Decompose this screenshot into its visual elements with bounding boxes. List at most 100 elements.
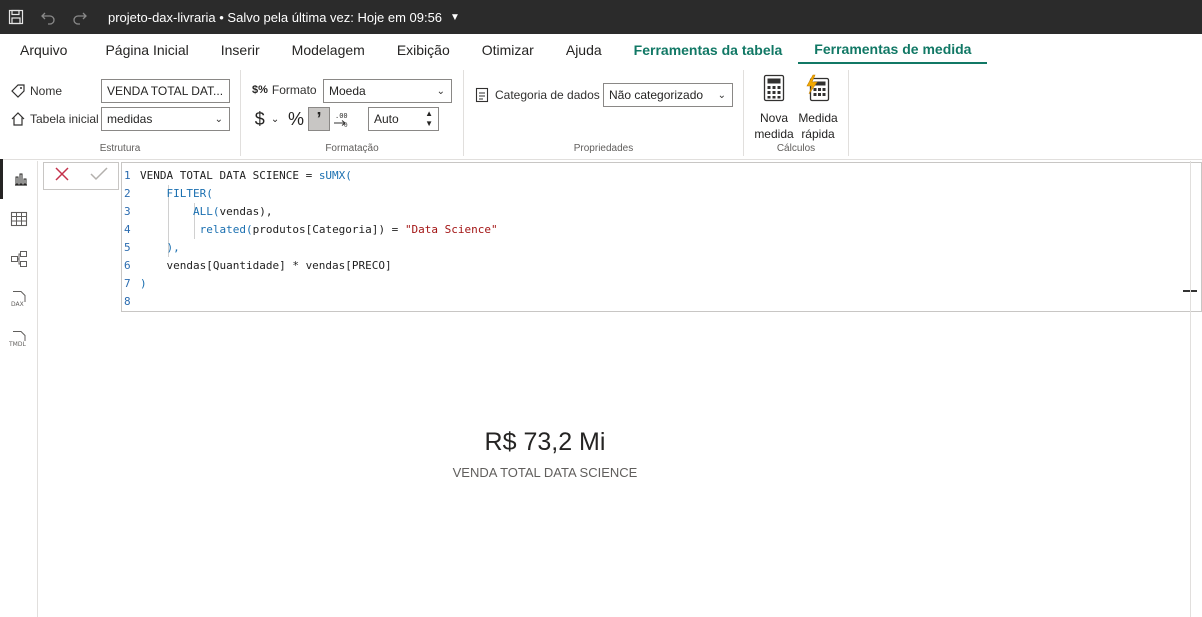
code-token: FILTER( bbox=[140, 186, 213, 200]
tab-ferramentas-de-medida[interactable]: Ferramentas de medida bbox=[798, 36, 988, 64]
group-label-calculos: Cálculos bbox=[776, 143, 816, 154]
code-token: related( bbox=[199, 222, 253, 236]
nome-row: Nome bbox=[10, 83, 62, 99]
format-icon: $% bbox=[252, 84, 268, 96]
nome-input[interactable]: VENDA TOTAL DAT... bbox=[101, 79, 230, 103]
tab-ajuda[interactable]: Ajuda bbox=[550, 36, 618, 64]
svg-text:TMDL: TMDL bbox=[9, 341, 26, 348]
decimals-stepper[interactable]: Auto ▲ ▼ bbox=[368, 107, 439, 131]
undo-icon[interactable] bbox=[32, 0, 64, 34]
code-line[interactable]: 5 ), bbox=[122, 238, 180, 256]
nova-medida-button[interactable]: Nova medida bbox=[752, 72, 796, 144]
tag-icon bbox=[10, 83, 26, 99]
dax-query-icon[interactable]: DAX bbox=[0, 279, 38, 319]
medida-rapida-label-2: rápida bbox=[801, 127, 835, 141]
svg-text:0: 0 bbox=[344, 122, 348, 128]
code-token: ) = bbox=[378, 222, 405, 236]
card-value: R$ 73,2 Mi bbox=[484, 428, 606, 456]
save-icon[interactable] bbox=[0, 0, 32, 34]
tab-pagina-inicial[interactable]: Página Inicial bbox=[83, 36, 204, 64]
home-icon bbox=[10, 111, 26, 127]
comma-style-button[interactable]: ’ bbox=[308, 107, 330, 131]
nova-medida-label-1: Nova bbox=[759, 111, 788, 125]
group-label-formatacao: Formatação bbox=[325, 143, 379, 154]
tmdl-view-icon[interactable]: TMDL bbox=[0, 319, 38, 359]
code-line[interactable]: 8 bbox=[122, 292, 140, 310]
categoria-label: Categoria de dados bbox=[495, 88, 600, 102]
code-token: VENDA TOTAL DATA SCIENCE = bbox=[140, 168, 319, 182]
page-scrollbar[interactable] bbox=[1190, 161, 1202, 617]
tab-exibicao[interactable]: Exibição bbox=[381, 36, 466, 64]
calculator-icon bbox=[763, 74, 785, 106]
svg-text:DAX: DAX bbox=[11, 301, 24, 308]
code-line[interactable]: 1 VENDA TOTAL DATA SCIENCE = sUMX( bbox=[122, 166, 352, 184]
report-view-icon[interactable] bbox=[0, 159, 38, 199]
nome-label: Nome bbox=[30, 84, 63, 98]
formato-label: Formato bbox=[271, 83, 317, 97]
code-line[interactable]: 4 related(produtos[Categoria]) = "Data S… bbox=[122, 220, 498, 238]
medida-rapida-label-1: Medida bbox=[798, 111, 838, 125]
currency-symbol: $ bbox=[254, 108, 265, 129]
code-line[interactable]: 6 vendas[Quantidade] * vendas[PRECO] bbox=[122, 256, 392, 274]
tabela-row: Tabela inicial bbox=[10, 111, 99, 127]
chevron-down-icon: ⌄ bbox=[717, 89, 726, 101]
code-token: ), bbox=[259, 204, 273, 218]
code-token: vendas[Quantidade] * vendas[PRECO] bbox=[140, 258, 392, 272]
decimal-places-icon[interactable]: .00 0 bbox=[332, 107, 350, 131]
caret-down-icon[interactable]: ▼ bbox=[450, 12, 460, 23]
code-line[interactable]: 3 ALL(vendas), bbox=[122, 202, 272, 220]
medida-rapida-button[interactable]: Medida rápida bbox=[796, 72, 840, 144]
svg-text:.00: .00 bbox=[335, 112, 348, 120]
window-title: projeto-dax-livraria • Salvo pela última… bbox=[108, 9, 443, 25]
stepper-arrows-icon[interactable]: ▲ ▼ bbox=[425, 109, 433, 129]
nova-medida-label-2: medida bbox=[754, 127, 794, 141]
line-number: 8 bbox=[124, 294, 131, 308]
table-view-icon[interactable] bbox=[0, 199, 38, 239]
tab-otimizar[interactable]: Otimizar bbox=[466, 36, 550, 64]
tab-arquivo[interactable]: Arquivo bbox=[0, 36, 83, 64]
percent-button[interactable]: % bbox=[286, 107, 306, 131]
tab-modelagem[interactable]: Modelagem bbox=[276, 36, 381, 64]
line-number: 3 bbox=[124, 204, 131, 218]
ribbon: Nome VENDA TOTAL DAT... Tabela inicial m… bbox=[0, 64, 1202, 160]
code-line[interactable]: 7) bbox=[122, 274, 147, 292]
formato-value: Moeda bbox=[329, 84, 366, 98]
chevron-down-icon: ⌄ bbox=[214, 113, 223, 125]
tabela-inicial-value: medidas bbox=[107, 112, 153, 126]
line-number: 1 bbox=[124, 168, 131, 182]
code-token: ALL( bbox=[192, 204, 220, 218]
commit-check-icon[interactable] bbox=[90, 166, 108, 187]
model-view-icon[interactable] bbox=[0, 239, 38, 279]
tab-ferramentas-da-tabela[interactable]: Ferramentas da tabela bbox=[618, 36, 799, 64]
ribbon-tabs: Arquivo Página Inicial Inserir Modelagem… bbox=[0, 34, 1202, 64]
tabela-inicial-label: Tabela inicial bbox=[30, 112, 99, 126]
tab-inserir[interactable]: Inserir bbox=[205, 36, 276, 64]
formato-row: $% Formato bbox=[252, 83, 317, 97]
currency-button[interactable]: $ ⌄ bbox=[253, 107, 281, 131]
categoria-select[interactable]: Não categorizado ⌄ bbox=[603, 83, 733, 107]
categoria-value: Não categorizado bbox=[609, 88, 704, 102]
code-token: "Data Science" bbox=[404, 222, 498, 236]
redo-icon[interactable] bbox=[64, 0, 96, 34]
cancel-icon[interactable] bbox=[54, 166, 70, 187]
card-label: VENDA TOTAL DATA SCIENCE bbox=[452, 465, 638, 480]
categoria-row: Categoria de dados bbox=[475, 87, 600, 103]
code-token: sUMX( bbox=[318, 168, 352, 182]
line-number: 6 bbox=[124, 258, 131, 272]
line-number: 5 bbox=[124, 240, 131, 254]
chevron-down-icon: ⌄ bbox=[436, 85, 445, 97]
title-bar: projeto-dax-livraria • Salvo pela última… bbox=[0, 0, 1202, 34]
group-label-propriedades: Propriedades bbox=[573, 143, 634, 154]
group-calculos: Nova medida Medida rápida Cálculos bbox=[744, 70, 848, 156]
tabela-inicial-select[interactable]: medidas ⌄ bbox=[101, 107, 230, 131]
formato-select[interactable]: Moeda ⌄ bbox=[323, 79, 452, 103]
line-number: 2 bbox=[124, 186, 131, 200]
group-estrutura: Nome VENDA TOTAL DAT... Tabela inicial m… bbox=[0, 70, 240, 156]
separator bbox=[848, 70, 849, 156]
code-token: ), bbox=[166, 240, 180, 254]
code-line[interactable]: 2 FILTER( bbox=[122, 184, 213, 202]
dax-formula-editor[interactable]: 1 VENDA TOTAL DATA SCIENCE = sUMX( 2 FILTE… bbox=[121, 162, 1202, 312]
